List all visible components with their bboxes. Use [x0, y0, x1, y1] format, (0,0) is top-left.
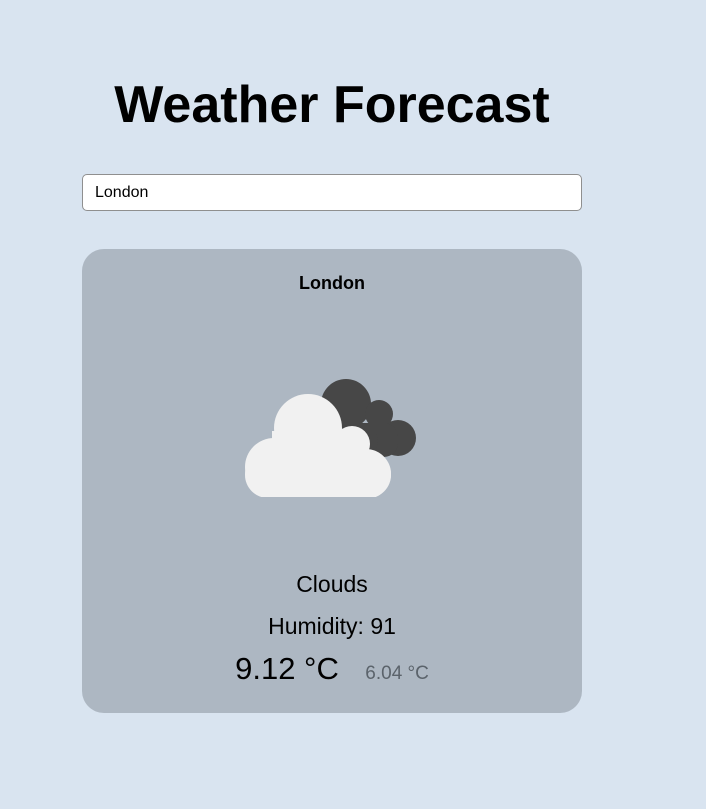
temperature-row: 9.12 °C 6.04 °C — [82, 651, 582, 687]
humidity-text: Humidity: 91 — [268, 613, 396, 639]
page: Weather Forecast London Clouds Humidity: — [0, 0, 706, 809]
weather-description: Clouds — [296, 571, 368, 597]
city-search-input[interactable] — [82, 174, 582, 211]
feels-like-temperature: 6.04 °C — [365, 663, 429, 684]
clouds-icon — [245, 379, 416, 497]
city-name: London — [299, 273, 365, 293]
temperature-value: 9.12 °C — [235, 651, 339, 686]
weather-card: London Clouds Humidity: 91 9.12 °C 6.04 … — [82, 249, 582, 713]
page-title: Weather Forecast — [114, 76, 550, 134]
